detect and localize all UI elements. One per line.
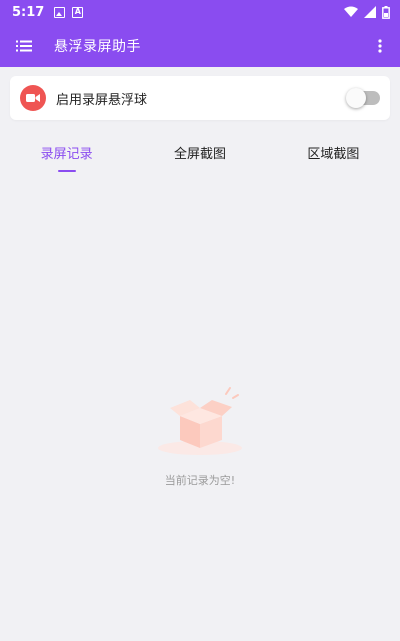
tab-fullscreen-screenshot[interactable]: 全屏截图 bbox=[133, 133, 266, 173]
top-bar: 5:17 A 悬浮录屏助手 bbox=[0, 0, 400, 67]
float-ball-card: 启用录屏悬浮球 bbox=[10, 76, 390, 120]
tab-region-label: 区域截图 bbox=[307, 147, 360, 162]
signal-icon bbox=[364, 6, 376, 18]
tab-fullscreen-label: 全屏截图 bbox=[173, 147, 226, 162]
wifi-icon bbox=[344, 6, 358, 17]
tab-recordings[interactable]: 录屏记录 bbox=[0, 133, 133, 173]
toggle-knob bbox=[346, 88, 366, 108]
menu-button[interactable] bbox=[0, 24, 48, 67]
app-title: 悬浮录屏助手 bbox=[54, 38, 141, 55]
status-left-icons: A bbox=[54, 6, 84, 18]
status-bar: 5:17 A bbox=[0, 0, 400, 24]
more-vert-icon bbox=[378, 38, 382, 53]
empty-state: 当前记录为空! bbox=[0, 380, 400, 488]
tab-indicator bbox=[57, 170, 76, 172]
image-icon bbox=[54, 6, 66, 18]
list-menu-icon bbox=[16, 40, 32, 51]
tab-recordings-label: 录屏记录 bbox=[40, 147, 93, 162]
battery-icon bbox=[382, 5, 390, 19]
status-right-icons bbox=[344, 5, 390, 19]
more-options-button[interactable] bbox=[360, 24, 400, 67]
tab-bar: 录屏记录 全屏截图 区域截图 bbox=[0, 133, 400, 173]
status-time: 5:17 bbox=[12, 4, 45, 20]
a-icon: A bbox=[72, 6, 84, 18]
empty-box-icon bbox=[158, 387, 242, 455]
app-bar: 悬浮录屏助手 bbox=[0, 24, 400, 67]
float-ball-toggle[interactable] bbox=[346, 88, 380, 108]
empty-state-text: 当前记录为空! bbox=[164, 474, 236, 487]
float-ball-label: 启用录屏悬浮球 bbox=[56, 92, 148, 108]
video-camera-icon bbox=[20, 85, 46, 111]
tab-region-screenshot[interactable]: 区域截图 bbox=[267, 133, 400, 173]
